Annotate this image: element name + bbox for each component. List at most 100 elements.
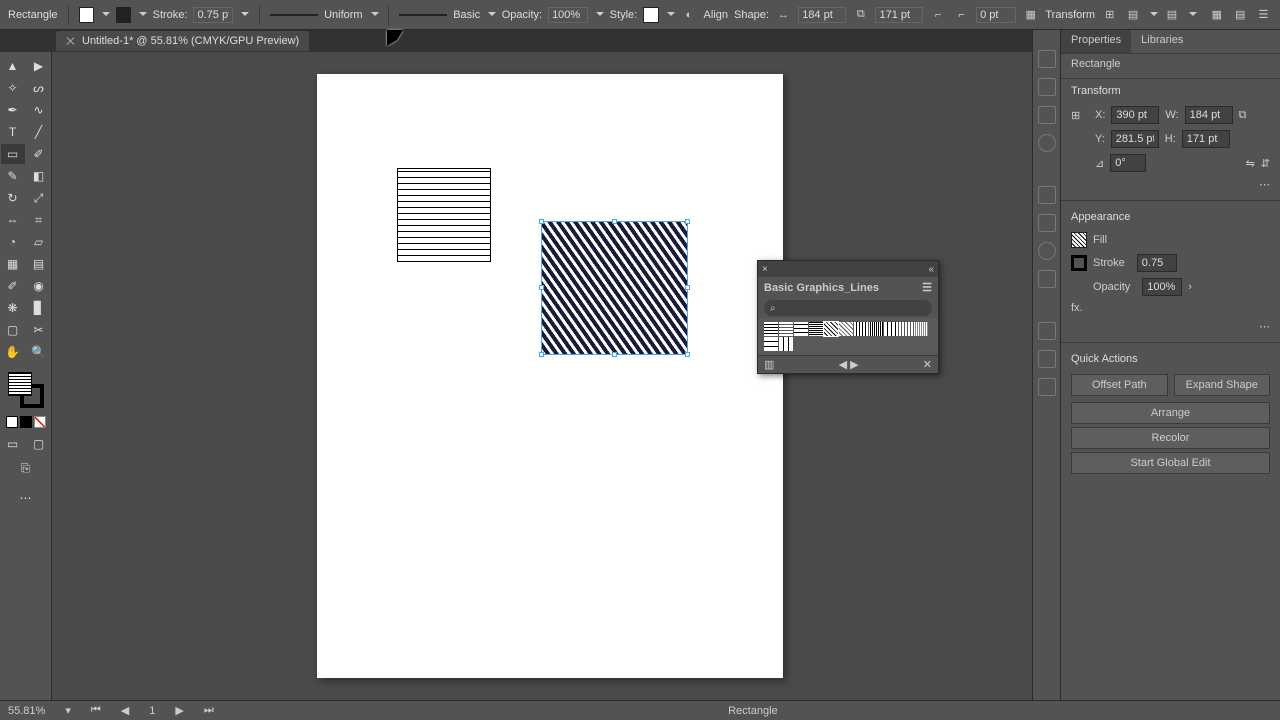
- chevron-down-icon[interactable]: [594, 10, 604, 20]
- symbols-panel-icon[interactable]: [1038, 134, 1056, 152]
- curvature-tool[interactable]: ∿: [27, 100, 51, 120]
- expand-shape-button[interactable]: Expand Shape: [1174, 374, 1271, 396]
- swatch-item[interactable]: [779, 337, 793, 351]
- nav-first-icon[interactable]: ⏮: [91, 704, 101, 717]
- recolor-button[interactable]: Recolor: [1071, 427, 1270, 449]
- artboard-tool[interactable]: ▢: [1, 320, 25, 340]
- swatch-item[interactable]: [899, 322, 913, 336]
- eraser-tool[interactable]: ◧: [27, 166, 51, 186]
- magic-wand-tool[interactable]: ✧: [1, 78, 25, 98]
- line-tool[interactable]: ╱: [27, 122, 51, 142]
- selection-tool[interactable]: ▲: [1, 56, 25, 76]
- stroke-swatch[interactable]: [1071, 255, 1087, 271]
- swatch-item[interactable]: [794, 322, 808, 336]
- tab-libraries[interactable]: Libraries: [1131, 30, 1193, 53]
- opacity-input[interactable]: [1142, 278, 1182, 296]
- chevron-down-icon[interactable]: [665, 10, 675, 20]
- type-tool[interactable]: T: [1, 122, 25, 142]
- align-label[interactable]: Align: [704, 9, 728, 21]
- swatches-panel-icon[interactable]: [1038, 78, 1056, 96]
- arrange-button[interactable]: Arrange: [1071, 402, 1270, 424]
- chevron-down-icon[interactable]: [1187, 10, 1197, 20]
- chevron-right-icon[interactable]: ›: [1188, 281, 1192, 293]
- fx-icon[interactable]: fx.: [1071, 302, 1083, 314]
- nav-last-icon[interactable]: ⏭: [204, 704, 214, 717]
- hand-tool[interactable]: ✋: [1, 342, 25, 362]
- resize-handle[interactable]: [612, 219, 617, 224]
- paintbrush-tool[interactable]: ✐: [27, 144, 51, 164]
- layout-icon[interactable]: ▤: [1232, 6, 1249, 24]
- shape-builder-tool[interactable]: ◔: [1, 232, 25, 252]
- prev-icon[interactable]: ◀: [839, 359, 847, 371]
- gradient-panel-icon[interactable]: [1038, 214, 1056, 232]
- screen-mode-normal[interactable]: ▭: [1, 434, 25, 454]
- symbol-sprayer-tool[interactable]: ❋: [1, 298, 25, 318]
- swatch-item[interactable]: [839, 322, 853, 336]
- rotate-tool[interactable]: ↻: [1, 188, 25, 208]
- next-icon[interactable]: ▶: [850, 359, 858, 371]
- swatch-search[interactable]: ⌕: [764, 300, 932, 316]
- swatch-item[interactable]: [914, 322, 928, 336]
- pen-tool[interactable]: ✒: [1, 100, 25, 120]
- nav-next-icon[interactable]: ▶: [175, 704, 183, 717]
- panel-menu-icon[interactable]: ☰: [922, 281, 932, 294]
- direct-selection-tool[interactable]: ▶: [27, 56, 51, 76]
- corner-radius-input[interactable]: [976, 7, 1016, 23]
- h-input[interactable]: [1182, 130, 1230, 148]
- y-input[interactable]: [1111, 130, 1159, 148]
- shape-height-input[interactable]: [875, 7, 923, 23]
- resize-handle[interactable]: [685, 219, 690, 224]
- blend-tool[interactable]: ◉: [27, 276, 51, 296]
- corner-link-icon[interactable]: ▦: [1022, 6, 1039, 24]
- tab-properties[interactable]: Properties: [1061, 30, 1131, 53]
- more-options-icon[interactable]: ⋯: [1259, 178, 1270, 191]
- document-tab[interactable]: Untitled-1* @ 55.81% (CMYK/GPU Preview): [56, 31, 309, 51]
- resize-handle[interactable]: [539, 285, 544, 290]
- corner-type-icon[interactable]: ⌐: [929, 6, 946, 24]
- color-mode-solid[interactable]: [6, 416, 18, 428]
- align-icon[interactable]: ▤: [1124, 6, 1141, 24]
- link-icon[interactable]: ⧉: [852, 6, 869, 24]
- edit-toolbar[interactable]: ⋯: [14, 488, 38, 508]
- stroke-panel-icon[interactable]: [1038, 186, 1056, 204]
- perspective-tool[interactable]: ▱: [27, 232, 51, 252]
- eyedropper-tool[interactable]: ✐: [1, 276, 25, 296]
- scale-tool[interactable]: ⤢: [27, 188, 51, 208]
- brushes-panel-icon[interactable]: [1038, 106, 1056, 124]
- fill-stroke-control[interactable]: [6, 370, 46, 410]
- screen-mode-full[interactable]: ▢: [27, 434, 51, 454]
- start-global-edit-button[interactable]: Start Global Edit: [1071, 452, 1270, 474]
- swatches-panel[interactable]: ×« Basic Graphics_Lines☰ ⌕ ▥ ◀ ▶ ✕: [757, 260, 939, 374]
- stroke-weight-input[interactable]: [193, 7, 233, 23]
- lasso-tool[interactable]: ᔕ: [27, 78, 51, 98]
- nav-prev-icon[interactable]: ◀: [121, 704, 129, 717]
- layers-panel-icon[interactable]: [1038, 322, 1056, 340]
- resize-handle[interactable]: [685, 285, 690, 290]
- fill-swatch[interactable]: [1071, 232, 1087, 248]
- width-profile-preview[interactable]: [270, 14, 318, 16]
- artboard[interactable]: [317, 74, 783, 678]
- x-input[interactable]: [1111, 106, 1159, 124]
- swatch-item[interactable]: [764, 337, 778, 351]
- angle-input[interactable]: [1110, 154, 1146, 172]
- change-screen-mode[interactable]: ⎘: [14, 458, 38, 478]
- fill-box[interactable]: [8, 372, 32, 396]
- graph-tool[interactable]: ▊: [27, 298, 51, 318]
- transparency-panel-icon[interactable]: [1038, 242, 1056, 260]
- color-mode-gradient[interactable]: [20, 416, 32, 428]
- style-swatch[interactable]: [643, 7, 658, 23]
- rectangle-tool[interactable]: ▭: [1, 144, 25, 164]
- swatch-item[interactable]: [854, 322, 868, 336]
- free-transform-tool[interactable]: ⌗: [27, 210, 51, 230]
- more-options-icon[interactable]: ⋯: [1259, 320, 1270, 333]
- constrain-icon[interactable]: ⧉: [1239, 109, 1247, 122]
- artboard-number[interactable]: 1: [149, 705, 155, 717]
- swatch-options-icon[interactable]: ▥: [764, 358, 774, 371]
- chevron-down-icon[interactable]: [369, 10, 379, 20]
- fill-swatch[interactable]: [79, 7, 94, 23]
- slice-tool[interactable]: ✂: [27, 320, 51, 340]
- reference-point-icon[interactable]: ⊞: [1071, 109, 1089, 122]
- swatch-item[interactable]: [809, 322, 823, 336]
- resize-handle[interactable]: [539, 219, 544, 224]
- resize-handle[interactable]: [685, 352, 690, 357]
